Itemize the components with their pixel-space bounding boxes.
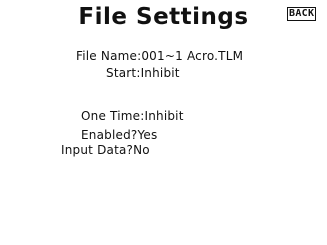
enabled-label: Enabled? [81,128,138,142]
file-name-value[interactable]: 001~1 Acro.TLM [141,49,243,63]
start-row: Start:Inhibit [106,66,180,80]
back-button[interactable]: BACK [287,7,317,21]
file-name-label: File Name: [76,49,142,63]
start-value[interactable]: Inhibit [141,66,180,80]
one-time-label: One Time: [81,109,145,123]
file-name-row: File Name:001~1 Acro.TLM [76,49,243,63]
input-data-label: Input Data? [61,143,134,157]
page-title: File Settings [78,4,249,30]
enabled-value[interactable]: Yes [137,128,157,142]
input-data-row: Input Data?No [61,143,150,157]
enabled-row: Enabled?Yes [81,128,157,142]
file-settings-screen: File Settings BACK File Name:001~1 Acro.… [0,0,327,245]
one-time-row: One Time:Inhibit [81,109,184,123]
input-data-value[interactable]: No [133,143,150,157]
start-label: Start: [106,66,141,80]
one-time-value[interactable]: Inhibit [144,109,183,123]
